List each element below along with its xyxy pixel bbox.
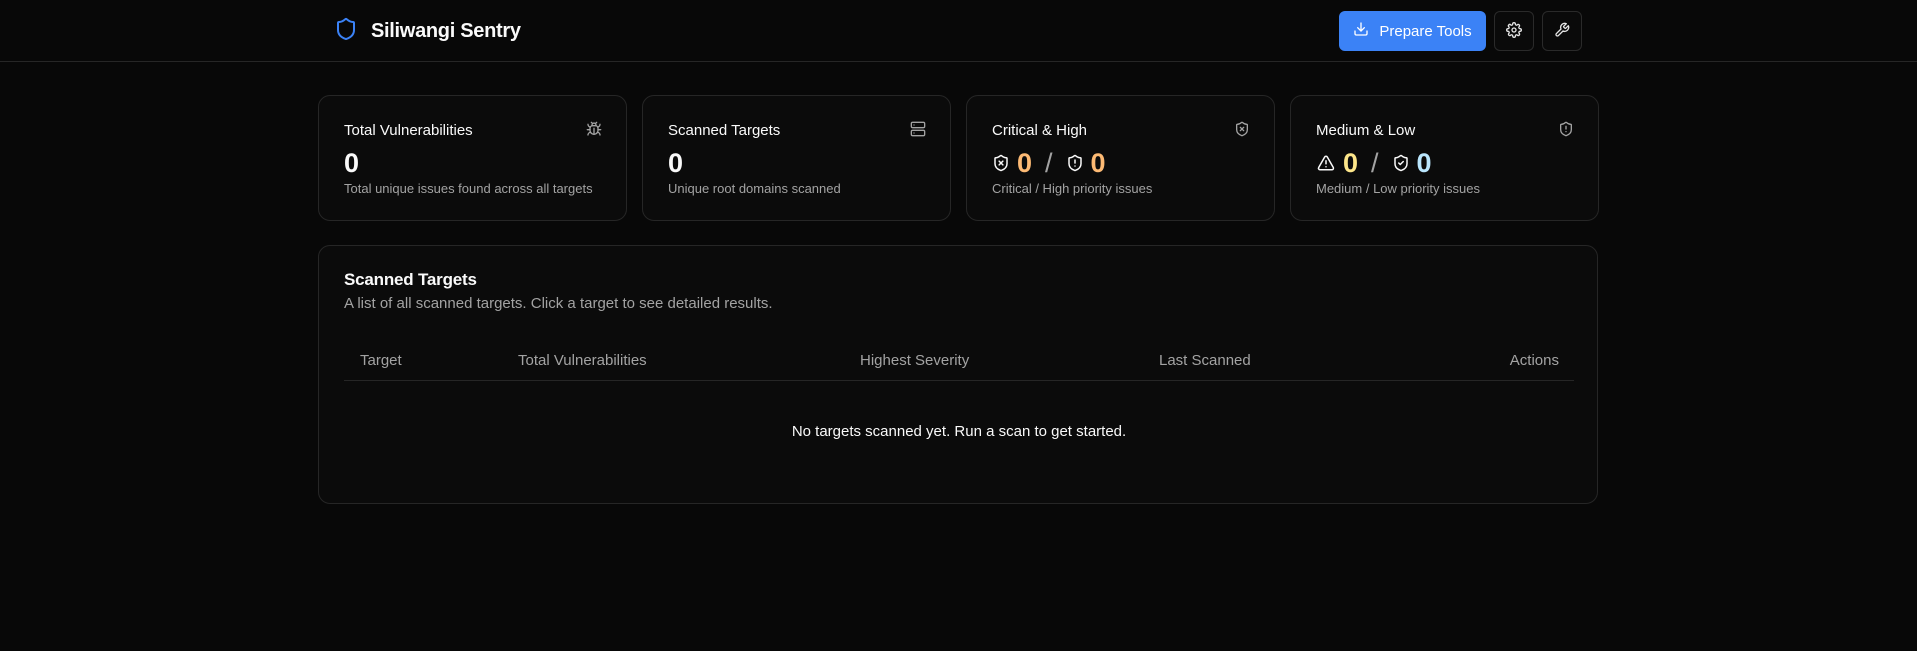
stat-description: Unique root domains scanned [668, 181, 841, 196]
warning-triangle-icon [1316, 148, 1336, 179]
stat-value: 0 / 0 [992, 148, 1106, 179]
scanned-targets-card: Scanned Targets A list of all scanned ta… [318, 245, 1598, 504]
column-header-target: Target [360, 352, 402, 369]
top-bar: Siliwangi Sentry Prepare Tools [0, 0, 1917, 62]
scanned-targets-count: 0 [668, 148, 684, 178]
empty-state-message: No targets scanned yet. Run a scan to ge… [791, 423, 1127, 440]
prepare-tools-button[interactable]: Prepare Tools [1339, 11, 1486, 51]
brand[interactable]: Siliwangi Sentry [334, 16, 521, 47]
column-header-last-scanned: Last Scanned [1159, 352, 1251, 369]
stat-value: 0 [668, 148, 683, 179]
gear-icon [1506, 21, 1522, 41]
stat-card-total-vulnerabilities: Total Vulnerabilities 0 Total unique iss… [318, 95, 627, 221]
bug-icon [586, 121, 602, 142]
stat-card-critical-high: Critical & High 0 / 0 Critical / High pr… [966, 95, 1275, 221]
stat-description: Total unique issues found across all tar… [344, 181, 593, 196]
column-header-highest-severity: Highest Severity [860, 352, 970, 369]
app-title: Siliwangi Sentry [371, 20, 521, 42]
column-header-total-vulnerabilities: Total Vulnerabilities [518, 352, 647, 369]
critical-count: 0 [1017, 148, 1033, 178]
shield-icon [334, 16, 358, 47]
shield-x-icon [1234, 121, 1250, 142]
tools-button[interactable] [1542, 11, 1582, 51]
prepare-tools-label: Prepare Tools [1379, 22, 1472, 40]
shield-check-icon [1392, 148, 1410, 179]
column-header-actions: Actions [1509, 352, 1559, 369]
table-header: Target Total Vulnerabilities Highest Sev… [344, 340, 1574, 381]
download-icon [1353, 21, 1369, 41]
stat-description: Critical / High priority issues [992, 181, 1153, 196]
separator: / [1371, 148, 1379, 178]
high-count: 0 [1090, 148, 1106, 178]
stat-title: Critical & High [992, 122, 1088, 139]
section-subtitle: A list of all scanned targets. Click a t… [344, 295, 773, 312]
total-vulnerabilities-count: 0 [344, 148, 360, 178]
wrench-icon [1554, 22, 1570, 41]
settings-button[interactable] [1494, 11, 1534, 51]
stat-value: 0 [344, 148, 359, 179]
shield-x-icon [992, 148, 1010, 179]
shield-alert-icon [1066, 148, 1084, 179]
stat-value: 0 / 0 [1316, 148, 1432, 179]
stat-title: Scanned Targets [668, 122, 781, 139]
separator: / [1045, 148, 1053, 178]
stat-title: Medium & Low [1316, 122, 1416, 139]
stat-card-medium-low: Medium & Low 0 / 0 Medium / Low priority… [1290, 95, 1599, 221]
section-title: Scanned Targets [344, 270, 477, 289]
medium-count: 0 [1343, 148, 1359, 178]
shield-alert-icon [1558, 121, 1574, 142]
stat-description: Medium / Low priority issues [1316, 181, 1480, 196]
server-icon [910, 121, 926, 142]
low-count: 0 [1416, 148, 1432, 178]
stat-card-scanned-targets: Scanned Targets 0 Unique root domains sc… [642, 95, 951, 221]
stat-title: Total Vulnerabilities [344, 122, 473, 139]
